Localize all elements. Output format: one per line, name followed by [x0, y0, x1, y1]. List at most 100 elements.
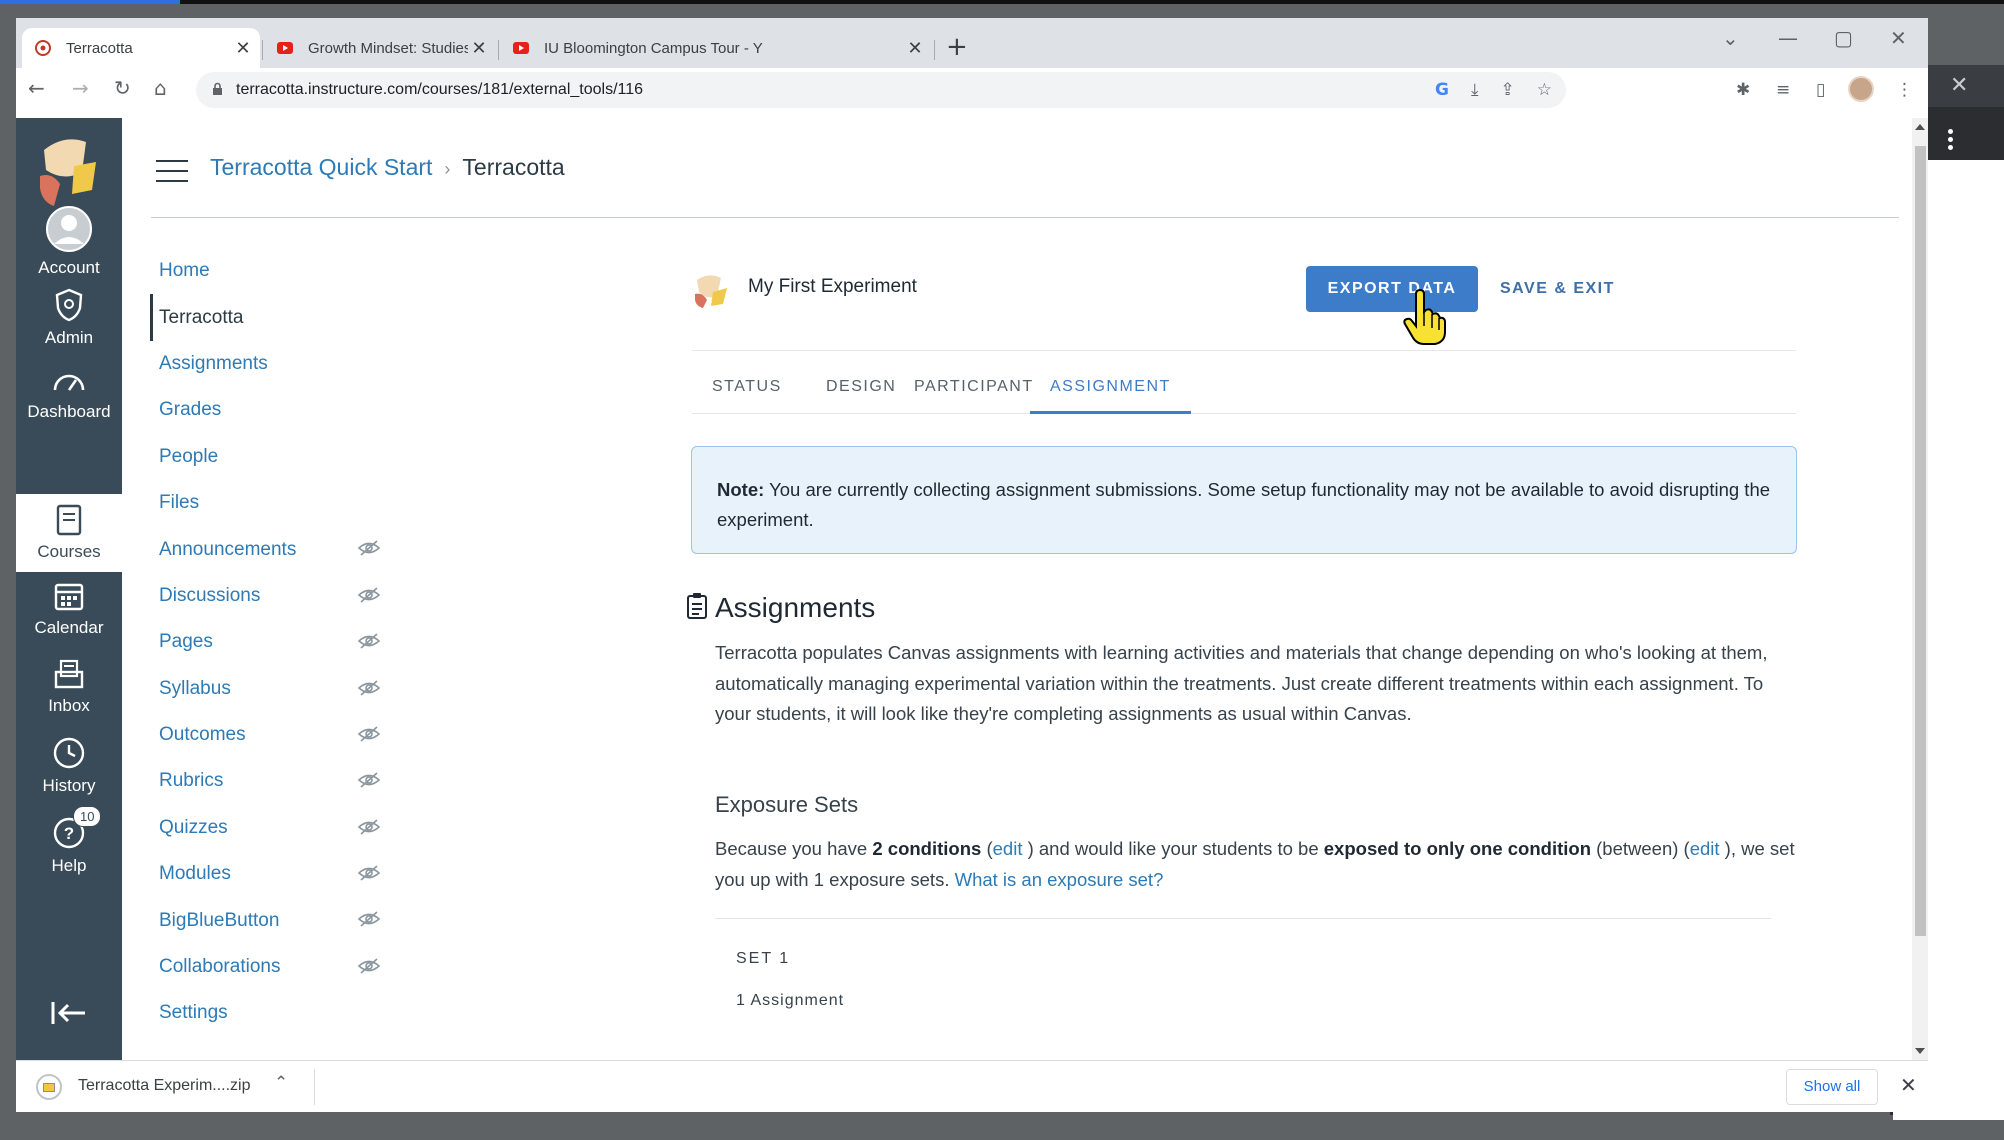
- maximize-icon[interactable]: ▢: [1834, 26, 1853, 50]
- download-filename[interactable]: Terracotta Experim....zip: [78, 1077, 251, 1095]
- close-window-icon[interactable]: ✕: [1890, 26, 1907, 50]
- nav-label: Inbox: [48, 696, 90, 715]
- breadcrumb: Terracotta Quick Start › Terracotta: [210, 154, 565, 181]
- course-nav-syllabus[interactable]: Syllabus: [150, 666, 380, 712]
- what-is-exposure-set-link[interactable]: What is an exposure set?: [955, 869, 1164, 890]
- course-nav-terracotta[interactable]: Terracotta: [150, 294, 380, 341]
- breadcrumb-course-link[interactable]: Terracotta Quick Start: [210, 154, 432, 180]
- course-nav-people[interactable]: People: [150, 434, 380, 480]
- tab-assignment[interactable]: ASSIGNMENT: [1030, 360, 1191, 414]
- tab-separator: [262, 40, 263, 60]
- course-nav-collaborations[interactable]: Collaborations: [150, 944, 380, 990]
- chrome-menu-icon[interactable]: ⋮: [1896, 80, 1913, 100]
- minimize-icon[interactable]: —: [1778, 26, 1798, 50]
- export-data-button[interactable]: EXPORT DATA: [1306, 266, 1478, 312]
- global-nav-account[interactable]: Account: [16, 206, 122, 278]
- close-shelf-icon[interactable]: ✕: [1900, 1073, 1917, 1097]
- global-nav-calendar[interactable]: Calendar: [16, 580, 122, 638]
- forward-arrow-icon[interactable]: →: [72, 76, 89, 100]
- save-and-exit-button[interactable]: SAVE & EXIT: [1500, 266, 1615, 312]
- breadcrumb-current: Terracotta: [462, 154, 565, 180]
- desktop-top-strip: [0, 0, 2004, 4]
- note-text: You are currently collecting assignment …: [717, 479, 1771, 530]
- browser-tab-terracotta[interactable]: Terracotta ✕: [22, 28, 260, 68]
- course-nav-assignments[interactable]: Assignments: [150, 341, 380, 387]
- set-assignment-count: 1 Assignment: [736, 992, 845, 1009]
- course-nav-announcements[interactable]: Announcements: [150, 526, 380, 572]
- profile-avatar[interactable]: [1848, 76, 1874, 102]
- close-tab-icon[interactable]: ✕: [232, 38, 254, 59]
- back-arrow-icon[interactable]: ←: [28, 76, 45, 100]
- course-nav-files[interactable]: Files: [150, 480, 380, 526]
- hidden-eye-icon: [358, 865, 380, 881]
- courses-book-icon: [56, 504, 82, 536]
- course-nav-pages[interactable]: Pages: [150, 619, 380, 665]
- admin-shield-icon: [55, 288, 83, 322]
- tab-search-chevron-icon[interactable]: ⌄: [1722, 26, 1739, 50]
- install-app-icon[interactable]: ⤓: [1471, 80, 1479, 100]
- side-panel-icon[interactable]: ▯: [1816, 80, 1825, 100]
- experiment-title: My First Experiment: [748, 276, 917, 297]
- course-nav-rubrics[interactable]: Rubrics: [150, 758, 380, 804]
- assignments-heading: Assignments: [715, 592, 876, 623]
- course-nav-modules[interactable]: Modules: [150, 851, 380, 897]
- hamburger-menu-icon[interactable]: [156, 160, 188, 190]
- clipboard-icon: [687, 593, 707, 619]
- course-nav-discussions[interactable]: Discussions: [150, 573, 380, 619]
- help-badge: 10: [73, 806, 102, 827]
- edit-exposure-link[interactable]: edit: [1690, 838, 1720, 859]
- global-nav-dashboard[interactable]: Dashboard: [16, 366, 122, 422]
- course-nav-settings[interactable]: Settings: [150, 990, 380, 1036]
- hidden-eye-icon: [358, 726, 380, 742]
- set-label: SET 1: [736, 950, 791, 967]
- hidden-eye-icon: [358, 587, 380, 603]
- bookmark-star-icon[interactable]: ☆: [1537, 80, 1552, 100]
- terracotta-tool-frame: My First Experiment EXPORT DATA SAVE & E…: [562, 220, 1928, 1060]
- browser-tab-iu-campus-tour[interactable]: IU Bloomington Campus Tour - Y ✕: [500, 28, 932, 68]
- tab-strip: Terracotta ✕ Growth Mindset: Studies sho…: [16, 18, 1928, 68]
- header-divider: [151, 217, 1899, 218]
- extensions-puzzle-icon[interactable]: ✱: [1736, 80, 1750, 100]
- new-tab-plus-icon[interactable]: +: [946, 32, 968, 62]
- hidden-eye-icon: [358, 772, 380, 788]
- course-nav-quizzes[interactable]: Quizzes: [150, 805, 380, 851]
- home-icon[interactable]: ⌂: [154, 76, 167, 100]
- hidden-eye-icon: [358, 911, 380, 928]
- global-nav-help[interactable]: ? 10 Help: [16, 806, 122, 876]
- reload-icon[interactable]: ↻: [114, 76, 131, 100]
- edit-conditions-link[interactable]: edit: [993, 838, 1023, 859]
- global-nav-courses[interactable]: Courses: [16, 494, 122, 572]
- media-controls-icon[interactable]: ≡: [1776, 80, 1790, 100]
- terracotta-logo-icon[interactable]: [34, 132, 104, 212]
- dashboard-icon: [53, 374, 85, 391]
- zip-file-icon: [36, 1074, 62, 1100]
- browser-tab-growth-mindset[interactable]: Growth Mindset: Studies showing ✕: [264, 28, 496, 68]
- course-nav-bigbluebutton[interactable]: BigBlueButton: [150, 897, 380, 943]
- nav-label: Admin: [44, 328, 94, 347]
- exposure-sets-heading: Exposure Sets: [715, 792, 859, 817]
- global-nav-admin[interactable]: Admin: [16, 288, 122, 348]
- close-tab-icon[interactable]: ✕: [904, 38, 926, 59]
- global-nav-history[interactable]: History: [16, 736, 122, 796]
- course-nav-home[interactable]: Home: [150, 248, 380, 294]
- nav-label: Help: [51, 856, 87, 875]
- address-bar[interactable]: terracotta.instructure.com/courses/181/e…: [196, 72, 1566, 108]
- course-nav-outcomes[interactable]: Outcomes: [150, 712, 380, 758]
- tab-status[interactable]: STATUS: [692, 360, 802, 414]
- browser-window: Terracotta ✕ Growth Mindset: Studies sho…: [16, 18, 1928, 1112]
- course-nav: Home Terracotta Assignments Grades Peopl…: [150, 248, 380, 1037]
- collapse-nav-icon[interactable]: [50, 1000, 88, 1026]
- hidden-eye-icon: [358, 679, 380, 696]
- global-nav-inbox[interactable]: Inbox: [16, 658, 122, 716]
- show-all-button[interactable]: Show all: [1786, 1069, 1878, 1105]
- browser-toolbar: ← → ↻ ⌂ terracotta.instructure.com/cours…: [16, 68, 1928, 112]
- share-icon[interactable]: ⇪: [1501, 80, 1515, 100]
- chevron-up-icon[interactable]: ⌃: [274, 1073, 288, 1093]
- hidden-eye-icon: [358, 958, 380, 974]
- course-nav-grades[interactable]: Grades: [150, 387, 380, 433]
- google-icon[interactable]: G: [1435, 80, 1449, 100]
- hidden-eye-icon: [358, 633, 380, 649]
- page-scrollbar[interactable]: [1912, 118, 1928, 1060]
- close-tab-icon[interactable]: ✕: [468, 38, 490, 59]
- close-icon: ✕: [1950, 73, 1969, 98]
